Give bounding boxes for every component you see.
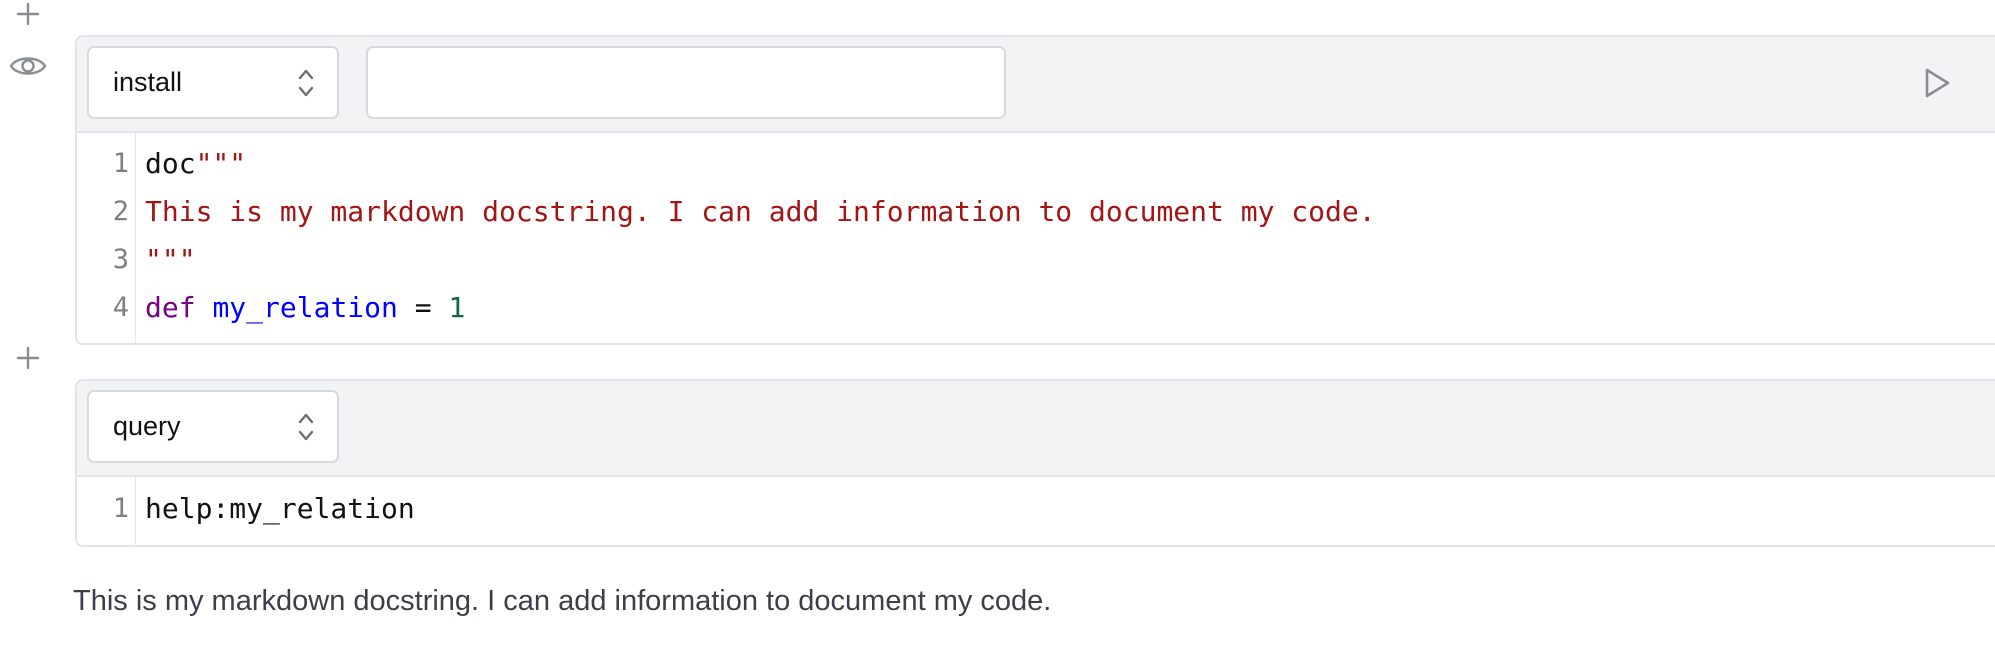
keyword-token: def	[145, 291, 196, 324]
plus-icon	[16, 2, 40, 26]
eye-icon	[9, 57, 47, 75]
line-code: def my_relation = 1	[145, 284, 465, 332]
line-code: doc"""	[145, 140, 246, 188]
plus-icon	[16, 346, 40, 370]
line-number: 1	[112, 148, 129, 179]
code-line: 2 This is my markdown docstring. I can a…	[77, 188, 1995, 236]
definition-token: my_relation	[212, 291, 398, 324]
operator-token: =	[397, 291, 449, 324]
cell-toolbar: install	[77, 37, 1995, 133]
line-code: help:my_relation	[145, 492, 415, 525]
code-line: 1 doc"""	[77, 140, 1995, 188]
string-token: This is my markdown docstring. I can add…	[145, 195, 1376, 228]
line-number: 4	[112, 292, 129, 323]
add-cell-button[interactable]	[10, 0, 46, 32]
line-number: 3	[112, 244, 129, 275]
number-token: 1	[448, 291, 466, 324]
code-line: 1 help:my_relation	[77, 485, 1995, 533]
toggle-visibility-button[interactable]	[8, 48, 48, 84]
line-number: 2	[112, 196, 129, 227]
line-number: 1	[112, 493, 129, 524]
doc-keyword: doc	[145, 147, 196, 180]
code-editor[interactable]: 1 help:my_relation	[77, 477, 1995, 545]
string-token: """	[145, 243, 196, 276]
query-cell: query 1 help:my_relation	[75, 379, 1995, 547]
play-icon	[1925, 68, 1950, 98]
notebook-page: install 1 doc""" 2 This is my markdown d…	[0, 0, 1995, 661]
run-cell-button[interactable]	[1917, 63, 1957, 103]
add-cell-button[interactable]	[10, 340, 46, 376]
cell-name-input[interactable]	[366, 46, 1006, 119]
code-editor[interactable]: 1 doc""" 2 This is my markdown docstring…	[77, 133, 1995, 343]
cell-toolbar: query	[77, 381, 1995, 477]
string-token: """	[195, 147, 247, 180]
chevron-up-down-icon	[298, 413, 314, 440]
chevron-up-down-icon	[298, 69, 314, 96]
cell-type-label: query	[113, 411, 181, 441]
cell-type-select[interactable]: install	[87, 46, 339, 119]
cell-type-label: install	[113, 67, 183, 97]
cell-type-select[interactable]: query	[87, 390, 339, 463]
code-line: 4 def my_relation = 1	[77, 284, 1995, 332]
code-line: 3 """	[77, 236, 1995, 284]
cell-output-text: This is my markdown docstring. I can add…	[73, 585, 1052, 617]
install-cell: install 1 doc""" 2 This is my markdown d…	[75, 35, 1995, 345]
